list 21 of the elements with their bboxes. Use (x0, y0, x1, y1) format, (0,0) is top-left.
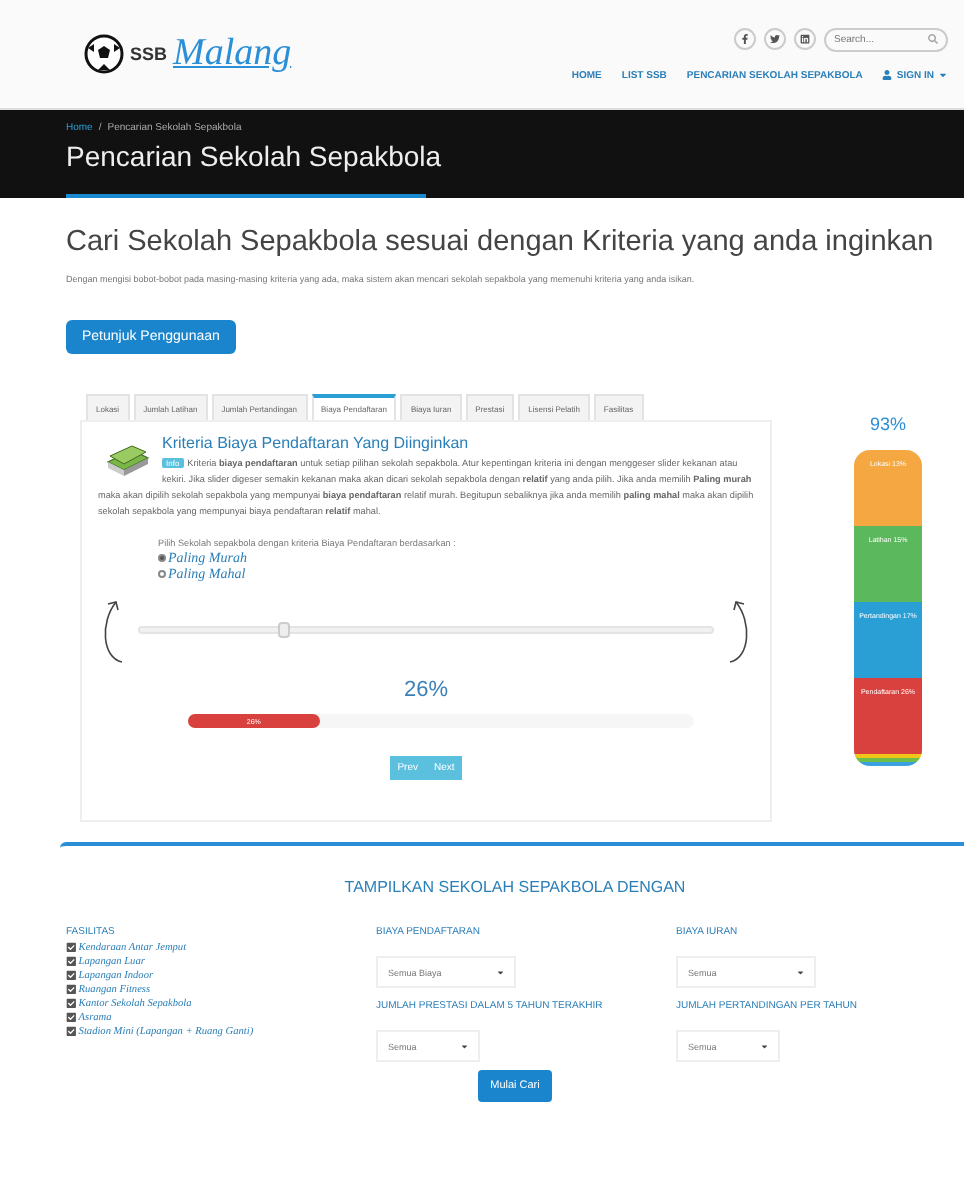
caret-icon (795, 967, 804, 977)
weight-total: 93% (869, 414, 906, 434)
filter-title: TAMPILKAN SEKOLAH SEPAKBOLA DENGAN (342, 878, 688, 896)
caret-icon (759, 1041, 768, 1051)
slider-track[interactable] (138, 626, 714, 635)
panel-heading: Kriteria Biaya Pendaftaran Yang Diinginkan (162, 434, 469, 452)
page-title: Pencarian Sekolah Sepakbola (66, 140, 444, 172)
caret-icon (938, 70, 948, 80)
user-icon (882, 70, 893, 80)
caret-icon (495, 967, 504, 977)
facebook-icon[interactable] (734, 28, 756, 50)
slider-thumb[interactable] (277, 622, 289, 639)
twitter-icon[interactable] (764, 28, 786, 50)
money-stack-icon (106, 442, 150, 478)
linkedin-icon[interactable] (794, 28, 816, 50)
logo-name[interactable]: Malang (173, 32, 292, 76)
percent-value: 26% (401, 678, 451, 703)
soccer-ball-icon (84, 34, 124, 74)
logo-prefix: SSB (130, 44, 168, 64)
caret-icon (459, 1041, 468, 1051)
heading: Cari Sekolah Sepakbola sesuai dengan Kriteria yang anda inginkan (66, 226, 934, 258)
